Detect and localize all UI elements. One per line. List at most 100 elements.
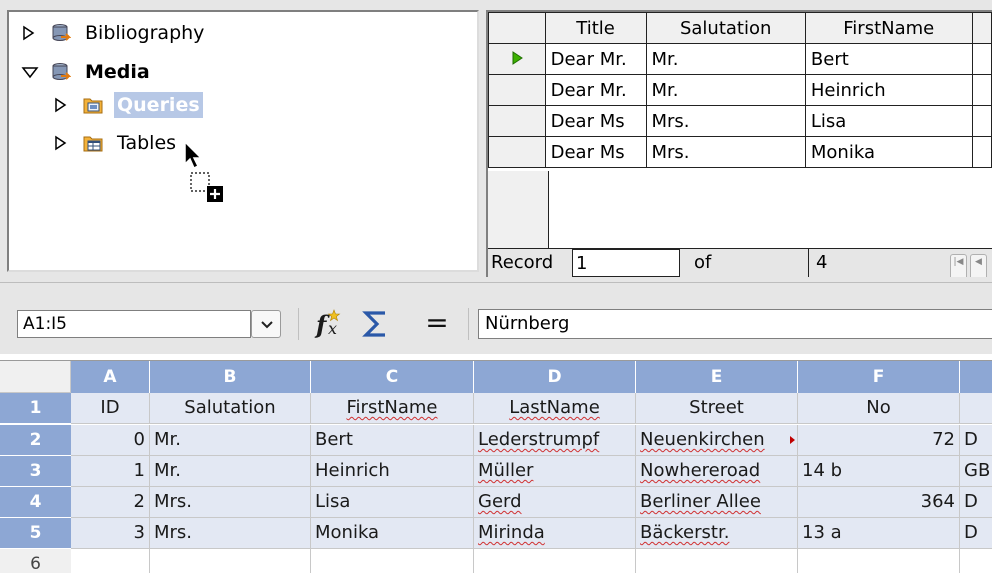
cell[interactable]	[150, 549, 311, 573]
cell[interactable]: Bäckerstr.	[636, 518, 798, 549]
grid-cell[interactable]: Dear Mr.	[544, 74, 647, 106]
spreadsheet-grid[interactable]: A B C D E F 1 2 3 4 5 6 ID Salutation FirstName LastNam…	[0, 360, 992, 573]
grid-cell[interactable]	[971, 105, 992, 137]
cell[interactable]: Mrs.	[150, 487, 311, 518]
sum-icon[interactable]	[360, 308, 392, 340]
formula-equals-button[interactable]: =	[424, 308, 450, 340]
cell[interactable]: 3	[71, 518, 150, 549]
cell[interactable]: Lisa	[311, 487, 474, 518]
cell[interactable]: Gerd	[474, 487, 636, 518]
cell-header[interactable]: LastName	[474, 393, 636, 424]
cell[interactable]: Mirinda	[474, 518, 636, 549]
row-header-4[interactable]: 4	[0, 487, 71, 518]
prev-record-button[interactable]: ◀	[970, 254, 987, 277]
name-box[interactable]: A1:I5	[17, 310, 251, 338]
grid-col-header-salutation[interactable]: Salutation	[645, 12, 806, 44]
cell[interactable]	[71, 549, 150, 573]
cell[interactable]: 0	[71, 425, 150, 456]
cell[interactable]: Mr.	[150, 456, 311, 487]
data-source-grid[interactable]: Title Salutation FirstName Dear Mr. Mr. …	[486, 10, 992, 277]
grid-cell[interactable]: Dear Ms	[544, 105, 647, 137]
name-box-dropdown-button[interactable]	[251, 310, 281, 338]
collapse-arrow-icon[interactable]	[21, 59, 39, 85]
first-record-button[interactable]: |◀	[950, 254, 967, 277]
cell[interactable]: Neuenkirchen	[636, 425, 798, 456]
cell-header[interactable]: Street	[636, 393, 798, 424]
grid-cell[interactable]: Bert	[804, 43, 973, 75]
cell[interactable]: Lederstrumpf	[474, 425, 636, 456]
record-number-field[interactable]: 1	[572, 249, 680, 277]
cell[interactable]: 72	[798, 425, 960, 456]
expand-arrow-icon[interactable]	[21, 20, 39, 46]
grid-col-header-firstname[interactable]: FirstName	[804, 12, 973, 44]
cell[interactable]	[960, 549, 992, 573]
cell[interactable]: 2	[71, 487, 150, 518]
cell[interactable]: 1	[71, 456, 150, 487]
cell[interactable]: Monika	[311, 518, 474, 549]
grid-cell[interactable]: Dear Ms	[544, 136, 647, 168]
cell[interactable]: Nowhereroad	[636, 456, 798, 487]
cell-header[interactable]: No	[798, 393, 960, 424]
cell[interactable]: 14 b	[798, 456, 960, 487]
cell[interactable]: 13 a	[798, 518, 960, 549]
splitter-bar[interactable]	[0, 282, 992, 292]
grid-cell[interactable]: Dear Mr.	[544, 43, 647, 75]
cell-header[interactable]: FirstName	[311, 393, 474, 424]
select-all-corner[interactable]	[0, 361, 71, 393]
grid-col-header-more[interactable]	[971, 12, 992, 44]
cell[interactable]: 364	[798, 487, 960, 518]
cell[interactable]: D	[960, 487, 992, 518]
column-header-f[interactable]: F	[798, 361, 960, 393]
grid-row[interactable]: Dear Ms Mrs. Monika	[488, 136, 992, 168]
row-header-3[interactable]: 3	[0, 456, 71, 487]
cell[interactable]	[960, 393, 992, 424]
grid-cell[interactable]	[971, 74, 992, 106]
cell[interactable]: Berliner Allee	[636, 487, 798, 518]
column-header-c[interactable]: C	[311, 361, 474, 393]
cell-header[interactable]: Salutation	[150, 393, 311, 424]
cell[interactable]	[474, 549, 636, 573]
cell[interactable]: Mrs.	[150, 518, 311, 549]
formula-input[interactable]: Nürnberg	[478, 309, 992, 339]
column-header-e[interactable]: E	[636, 361, 798, 393]
grid-cell[interactable]: Monika	[804, 136, 973, 168]
cell[interactable]: Bert	[311, 425, 474, 456]
grid-cell[interactable]	[971, 43, 992, 75]
row-header-6[interactable]: 6	[0, 549, 71, 573]
grid-row-header[interactable]	[488, 136, 546, 168]
function-wizard-icon[interactable]: f x	[314, 306, 348, 340]
row-header-1[interactable]: 1	[0, 393, 71, 424]
column-header-g[interactable]	[960, 361, 992, 393]
grid-cell[interactable]: Mrs.	[645, 105, 806, 137]
row-header-5[interactable]: 5	[0, 518, 71, 549]
row-header-2[interactable]: 2	[0, 425, 71, 456]
expand-arrow-icon[interactable]	[53, 92, 71, 118]
grid-cell[interactable]	[971, 136, 992, 168]
grid-col-header-title[interactable]: Title	[544, 12, 647, 44]
cell[interactable]	[798, 549, 960, 573]
grid-cell[interactable]: Mrs.	[645, 136, 806, 168]
column-header-b[interactable]: B	[150, 361, 311, 393]
grid-row-header[interactable]	[488, 105, 546, 137]
cell[interactable]: GB	[960, 456, 992, 487]
column-header-d[interactable]: D	[474, 361, 636, 393]
grid-row[interactable]: Dear Mr. Mr. Heinrich	[488, 74, 992, 106]
cell-header[interactable]: ID	[71, 393, 150, 424]
grid-row[interactable]: Dear Mr. Mr. Bert	[488, 43, 992, 75]
cell[interactable]	[311, 549, 474, 573]
grid-cell[interactable]: Lisa	[804, 105, 973, 137]
data-source-tree[interactable]: Bibliography Media Queries Tables	[7, 10, 479, 272]
cell[interactable]: Müller	[474, 456, 636, 487]
cell[interactable]: D	[960, 518, 992, 549]
grid-row-header[interactable]	[488, 74, 546, 106]
grid-cell[interactable]: Mr.	[645, 74, 806, 106]
grid-cell[interactable]: Heinrich	[804, 74, 973, 106]
grid-row[interactable]: Dear Ms Mrs. Lisa	[488, 105, 992, 137]
cell[interactable]: D	[960, 425, 992, 456]
grid-row-header[interactable]	[488, 43, 546, 75]
column-header-a[interactable]: A	[71, 361, 150, 393]
cell[interactable]: Heinrich	[311, 456, 474, 487]
grid-cell[interactable]: Mr.	[645, 43, 806, 75]
expand-arrow-icon[interactable]	[53, 130, 71, 156]
cell[interactable]: Mr.	[150, 425, 311, 456]
